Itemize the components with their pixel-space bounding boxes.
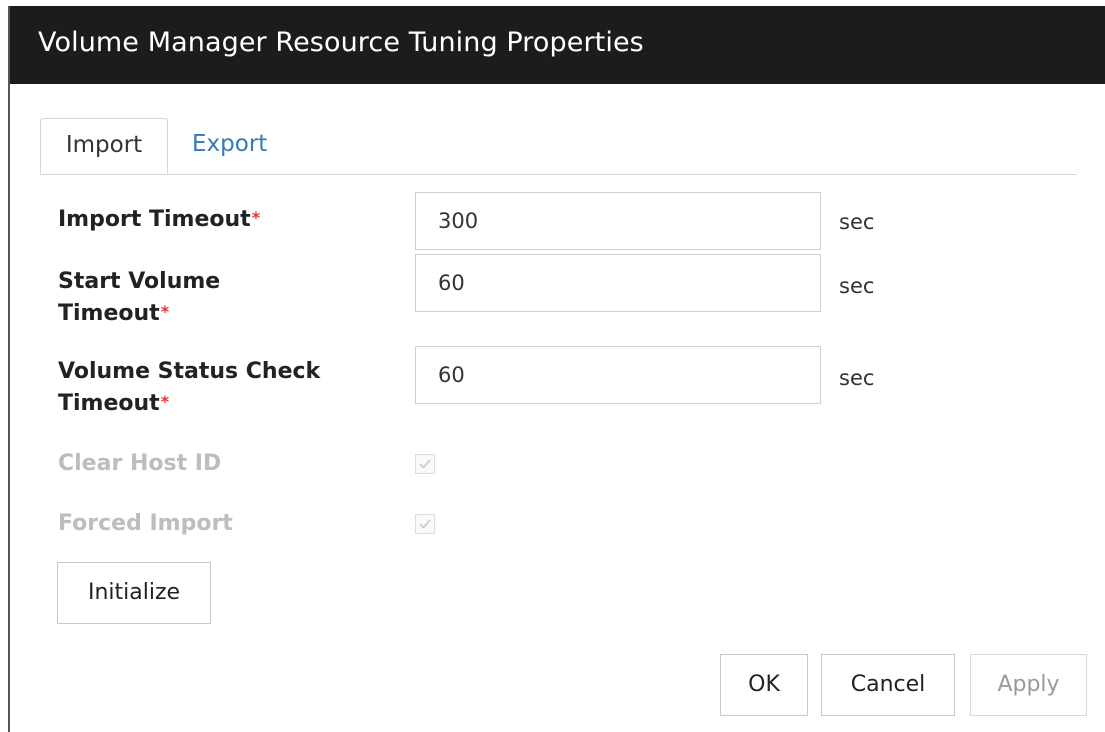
- import-timeout-label: Import Timeout*: [58, 204, 260, 236]
- apply-button[interactable]: Apply: [970, 654, 1087, 716]
- dialog-title-bar: Volume Manager Resource Tuning Propertie…: [10, 6, 1105, 84]
- import-timeout-unit: sec: [839, 210, 875, 234]
- start-volume-timeout-input[interactable]: [415, 254, 821, 312]
- volume-status-check-timeout-row: Volume Status Check Timeout* sec: [58, 344, 1105, 424]
- tab-bar: Import Export: [40, 118, 1077, 175]
- tab-export[interactable]: Export: [174, 118, 285, 174]
- initialize-button[interactable]: Initialize: [57, 562, 211, 624]
- forced-import-checkbox[interactable]: [415, 514, 435, 534]
- clear-host-id-label: Clear Host ID: [58, 451, 222, 476]
- forced-import-label: Forced Import: [58, 511, 233, 536]
- clear-host-id-row: Clear Host ID: [58, 448, 1105, 488]
- start-volume-timeout-label-line2: Timeout: [58, 301, 160, 326]
- start-volume-timeout-label-line1: Start Volume: [58, 269, 221, 294]
- volume-status-check-timeout-input[interactable]: [415, 346, 821, 404]
- start-volume-timeout-unit: sec: [839, 274, 875, 298]
- volume-status-check-timeout-label-line1: Volume Status Check: [58, 359, 321, 384]
- required-asterisk: *: [160, 302, 170, 321]
- checkmark-icon: [419, 459, 431, 469]
- cancel-button[interactable]: Cancel: [821, 654, 955, 716]
- start-volume-timeout-label: Start Volume Timeout*: [58, 266, 220, 330]
- start-volume-timeout-row: Start Volume Timeout* sec: [58, 254, 1105, 334]
- import-timeout-label-text: Import Timeout: [58, 207, 251, 232]
- volume-status-check-timeout-unit: sec: [839, 366, 875, 390]
- forced-import-row: Forced Import: [58, 508, 1105, 548]
- checkmark-icon: [419, 519, 431, 529]
- dialog-title: Volume Manager Resource Tuning Propertie…: [38, 27, 644, 58]
- tab-import[interactable]: Import: [40, 118, 168, 174]
- tuning-properties-dialog: Volume Manager Resource Tuning Propertie…: [8, 6, 1105, 732]
- required-asterisk: *: [251, 208, 261, 227]
- volume-status-check-timeout-label-line2: Timeout: [58, 391, 160, 416]
- volume-status-check-timeout-label: Volume Status Check Timeout*: [58, 356, 320, 420]
- import-timeout-row: Import Timeout* sec: [58, 190, 1105, 252]
- import-timeout-input[interactable]: [415, 192, 821, 250]
- ok-button[interactable]: OK: [720, 654, 808, 716]
- clear-host-id-checkbox[interactable]: [415, 454, 435, 474]
- required-asterisk: *: [160, 392, 170, 411]
